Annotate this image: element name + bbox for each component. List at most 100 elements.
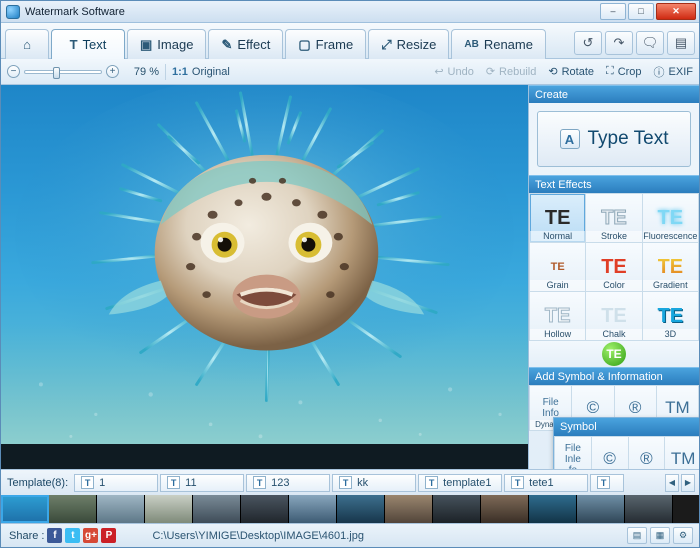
undo-button[interactable]: ↩ Undo — [434, 65, 474, 79]
thumbnail-item[interactable] — [1, 495, 49, 523]
effect-normal[interactable]: TE Normal — [530, 194, 586, 242]
zoom-in-icon[interactable]: + — [106, 65, 119, 78]
thumbnail-item[interactable] — [385, 495, 433, 523]
template-name: 11 — [185, 476, 197, 489]
rotate-button[interactable]: ⟲ Rotate — [548, 65, 594, 79]
thumbnail-strip[interactable] — [1, 495, 699, 523]
template-prev-button[interactable]: ◀ — [665, 473, 679, 492]
grid-view-button[interactable]: ▦ — [650, 527, 670, 544]
tab-resize[interactable]: ⤢ Resize — [368, 29, 450, 59]
thumbnail-item[interactable] — [289, 495, 337, 523]
tab-image-label: Image — [157, 37, 194, 52]
image-icon: ▣ — [140, 36, 153, 52]
exif-label: EXIF — [668, 65, 693, 78]
rebuild-label: Rebuild — [499, 65, 537, 78]
effect-label: Hollow — [530, 329, 586, 340]
menu-icon[interactable]: ▤ — [667, 31, 695, 55]
pinterest-icon[interactable]: P — [101, 528, 117, 543]
effect-chalk[interactable]: TE Chalk — [586, 292, 642, 340]
maximize-button[interactable]: □ — [628, 3, 654, 20]
twitter-icon[interactable]: t — [65, 528, 81, 543]
redo-arrow-icon[interactable]: ↷ — [605, 31, 633, 55]
tab-rename[interactable]: AB Rename — [451, 29, 546, 59]
effect-label: Fluorescence — [642, 231, 698, 242]
thumbnail-item[interactable] — [433, 495, 481, 523]
thumbnail-item[interactable] — [625, 495, 673, 523]
effect-hollow[interactable]: TE Hollow — [530, 292, 586, 340]
settings-button[interactable]: ⚙ — [673, 527, 693, 544]
template-name: 1 — [99, 476, 106, 489]
thumbnail-item[interactable] — [529, 495, 577, 523]
zoom-track[interactable] — [24, 66, 102, 79]
effect-sample: TE — [544, 206, 571, 229]
exif-icon: ⓘ — [653, 66, 665, 79]
toolbar-right: ↺ ↷ 🗨 ▤ — [574, 31, 695, 58]
thumbnail-item[interactable] — [145, 495, 193, 523]
thumbnail-item[interactable] — [97, 495, 145, 523]
effect-3d[interactable]: TE 3D — [642, 292, 698, 340]
tab-frame[interactable]: ▢ Frame — [285, 29, 367, 59]
template-name: tete1 — [529, 476, 554, 489]
file-info-icon: File Info — [542, 397, 559, 419]
thumbnail-item[interactable] — [193, 495, 241, 523]
template-item-6[interactable]: T tete1 — [504, 473, 589, 492]
symbol-popup[interactable]: Symbol FileInlefo © ® TM — [553, 417, 699, 469]
effect-color[interactable]: TE Color — [586, 243, 642, 291]
tab-home[interactable]: ⌂ — [5, 29, 49, 59]
type-text-button[interactable]: A Type Text — [537, 111, 691, 167]
tab-text[interactable]: T Text — [51, 29, 125, 59]
tab-image[interactable]: ▣ Image — [127, 29, 207, 59]
content-area: Create A Type Text Text Effects TE Norma… — [1, 85, 699, 469]
popup-symbol-copyright[interactable]: © — [591, 437, 628, 469]
template-item-7[interactable]: T — [590, 473, 625, 492]
template-item-2[interactable]: T 11 — [160, 473, 245, 492]
rebuild-button[interactable]: ⟳ Rebuild — [486, 65, 537, 79]
template-item-4[interactable]: T kk — [332, 473, 417, 492]
thumbnail-item[interactable] — [49, 495, 97, 523]
effect-fluorescence[interactable]: TE Fluorescence — [642, 194, 698, 242]
popup-symbol-register[interactable]: ® — [628, 437, 665, 469]
close-button[interactable]: ✕ — [656, 3, 696, 20]
tab-rename-label: Rename — [483, 37, 533, 52]
tab-effect[interactable]: ✎ Effect — [208, 29, 284, 59]
template-item-5[interactable]: T template1 — [418, 473, 503, 492]
effect-sample: TE — [657, 255, 684, 278]
exif-button[interactable]: ⓘ EXIF — [654, 64, 693, 80]
right-panel: Create A Type Text Text Effects TE Norma… — [529, 85, 699, 469]
original-size-button[interactable]: 1:1 Original — [172, 66, 230, 78]
template-text-icon: T — [167, 476, 181, 489]
effect-gradient[interactable]: TE Gradient — [642, 243, 698, 291]
thumbnail-item[interactable] — [241, 495, 289, 523]
tab-resize-label: Resize — [396, 37, 437, 52]
separator — [165, 63, 166, 80]
popup-symbol-dynamic[interactable]: FileInlefo — [555, 437, 591, 469]
thumbnail-item[interactable] — [337, 495, 385, 523]
minimize-button[interactable]: – — [600, 3, 626, 20]
comment-icon[interactable]: 🗨 — [636, 31, 664, 55]
facebook-icon[interactable]: f — [47, 528, 63, 543]
template-item-1[interactable]: T 1 — [74, 473, 159, 492]
window-title: Watermark Software — [25, 5, 125, 18]
image-canvas[interactable] — [1, 85, 529, 469]
effect-icon: ✎ — [221, 36, 233, 52]
tab-effect-label: Effect — [237, 37, 271, 52]
effect-label: Gradient — [642, 280, 698, 291]
effect-grain[interactable]: TE Grain — [530, 243, 586, 291]
crop-button[interactable]: ⛶ Crop — [606, 65, 642, 78]
effect-label: Color — [586, 280, 642, 291]
undo-arrow-icon[interactable]: ↺ — [574, 31, 602, 55]
template-next-button[interactable]: ▶ — [681, 473, 695, 492]
effect-sample: TE — [601, 304, 627, 327]
list-view-button[interactable]: ▤ — [627, 527, 647, 544]
template-item-3[interactable]: T 123 — [246, 473, 331, 492]
zoom-slider[interactable]: − + — [7, 65, 119, 79]
popup-symbol-trademark[interactable]: TM — [665, 437, 699, 469]
thumbnail-item[interactable] — [481, 495, 529, 523]
effect-stroke[interactable]: TE Stroke — [586, 194, 642, 242]
zoom-out-icon[interactable]: − — [7, 65, 20, 78]
template-text-icon: T — [339, 476, 353, 489]
effect-badge-icon[interactable]: TE — [602, 342, 626, 366]
google-plus-icon[interactable]: g+ — [83, 528, 99, 543]
zoom-knob[interactable] — [53, 66, 60, 79]
thumbnail-item[interactable] — [577, 495, 625, 523]
